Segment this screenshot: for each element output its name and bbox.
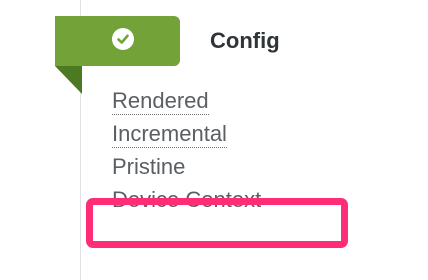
status-badge-fold xyxy=(55,66,82,94)
item-rendered-label[interactable]: Rendered xyxy=(112,88,209,115)
section-title: Config xyxy=(210,28,280,53)
item-incremental-label[interactable]: Incremental xyxy=(112,121,227,148)
check-circle-icon xyxy=(112,28,134,50)
item-pristine-label: Pristine xyxy=(112,154,186,179)
item-pristine: Pristine xyxy=(112,152,261,182)
check-mark-icon xyxy=(117,34,129,44)
item-incremental[interactable]: Incremental xyxy=(112,119,261,149)
item-rendered[interactable]: Rendered xyxy=(112,86,261,116)
highlight-box xyxy=(86,198,348,248)
